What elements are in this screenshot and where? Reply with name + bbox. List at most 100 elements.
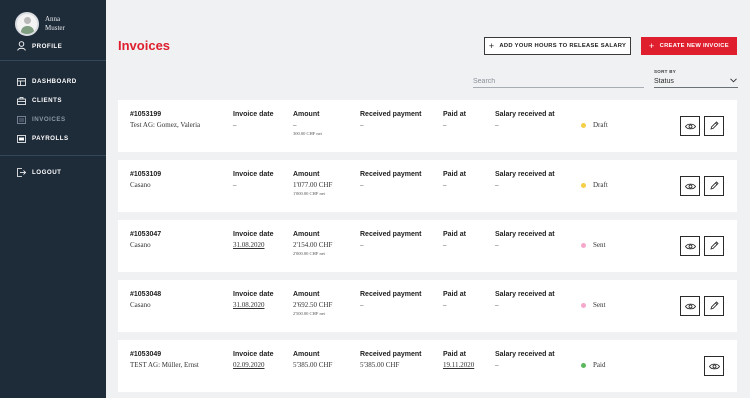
invoice-card[interactable]: #1053047 Casano Invoice date 31.08.2020 … xyxy=(118,220,737,272)
pencil-icon xyxy=(709,117,719,135)
sidebar-item-clients[interactable]: CLIENTS xyxy=(0,91,106,110)
received-payment-col: Received payment – xyxy=(360,111,421,129)
add-hours-label: ADD YOUR HOURS TO RELEASE SALARY xyxy=(499,43,627,49)
salary-received-col: Salary received at – xyxy=(495,171,555,189)
sidebar-item-invoices[interactable]: INVOICES xyxy=(0,110,106,129)
received-payment-col: Received payment – xyxy=(360,231,421,249)
paid-at-label: Paid at xyxy=(443,291,466,298)
client-name: Test AG: Gomez, Valeria xyxy=(130,121,201,129)
invoice-card[interactable]: #1053199 Test AG: Gomez, Valeria Invoice… xyxy=(118,100,737,152)
eye-icon xyxy=(684,177,696,195)
status-dot xyxy=(581,182,586,188)
received-payment-value: 5'385.00 CHF xyxy=(360,361,400,369)
user-name: Anna Muster xyxy=(45,14,65,32)
edit-button[interactable] xyxy=(704,116,724,136)
status-badge: Draft xyxy=(581,181,608,189)
invoice-number: #1053049 xyxy=(130,351,162,358)
invoice-card[interactable]: #1053048 Casano Invoice date 31.08.2020 … xyxy=(118,280,737,332)
invoice-date-label: Invoice date xyxy=(233,231,274,238)
salary-received-value: – xyxy=(495,301,499,309)
invoice-card[interactable]: #1053049 TEST AG: Müller, Ernst Invoice … xyxy=(118,340,737,392)
received-payment-value: – xyxy=(360,121,364,129)
view-button[interactable] xyxy=(680,296,700,316)
view-button[interactable] xyxy=(680,176,700,196)
paid-at-value: – xyxy=(443,241,447,249)
sidebar-item-dashboard[interactable]: DASHBOARD xyxy=(0,72,106,91)
view-button[interactable] xyxy=(680,116,700,136)
received-payment-label: Received payment xyxy=(360,171,422,178)
invoice-number: #1053048 xyxy=(130,291,162,298)
amount-value: 5'385.00 CHF xyxy=(293,361,333,369)
received-payment-value: – xyxy=(360,241,364,249)
amount-col: Amount 5'385.00 CHF xyxy=(293,351,332,371)
user-icon xyxy=(16,41,26,51)
invoice-date-label: Invoice date xyxy=(233,291,274,298)
amount-col: Amount 1'077.00 CHF 1'000.00 CHF net xyxy=(293,171,332,196)
sidebar-item-label: PROFILE xyxy=(32,42,63,50)
amount-value: 2'154.00 CHF xyxy=(293,241,333,249)
add-hours-button[interactable]: + ADD YOUR HOURS TO RELEASE SALARY xyxy=(484,37,631,55)
edit-button[interactable] xyxy=(704,176,724,196)
invoice-number: #1053109 xyxy=(130,171,162,178)
eye-icon xyxy=(708,357,720,375)
view-button[interactable] xyxy=(680,236,700,256)
view-button[interactable] xyxy=(704,356,724,376)
briefcase-icon xyxy=(16,96,26,106)
salary-received-col: Salary received at – xyxy=(495,111,555,129)
edit-button[interactable] xyxy=(704,236,724,256)
salary-received-value: – xyxy=(495,181,499,189)
amount-net: 1'000.00 CHF net xyxy=(293,191,325,196)
client-name: Casano xyxy=(130,241,151,249)
eye-icon xyxy=(684,117,696,135)
plus-icon: + xyxy=(488,41,495,51)
amount-label: Amount xyxy=(293,231,320,238)
salary-received-col: Salary received at – xyxy=(495,351,555,369)
invoice-date-value: – xyxy=(233,121,237,129)
edit-button[interactable] xyxy=(704,296,724,316)
eye-icon xyxy=(684,297,696,315)
received-payment-value: – xyxy=(360,301,364,309)
sidebar-item-label: INVOICES xyxy=(32,116,66,123)
status-text: Draft xyxy=(593,181,608,189)
salary-received-col: Salary received at – xyxy=(495,291,555,309)
status-text: Sent xyxy=(593,301,606,309)
invoice-date-col: Invoice date 31.08.2020 xyxy=(233,291,273,309)
invoice-date-label: Invoice date xyxy=(233,111,274,118)
paid-at-value: – xyxy=(443,181,447,189)
sidebar-item-label: PAYROLLS xyxy=(32,135,69,142)
amount-value: 2'692.50 CHF xyxy=(293,301,333,309)
sidebar-item-payrolls[interactable]: PAYROLLS xyxy=(0,129,106,148)
status-dot xyxy=(581,242,586,248)
paid-at-label: Paid at xyxy=(443,351,466,358)
received-payment-label: Received payment xyxy=(360,231,422,238)
plus-icon: + xyxy=(649,41,655,51)
status-text: Draft xyxy=(593,121,608,129)
invoice-date-value: – xyxy=(233,181,237,189)
invoice-card[interactable]: #1053109 Casano Invoice date – Amount 1'… xyxy=(118,160,737,212)
sort-label: SORT BY xyxy=(654,69,677,74)
received-payment-label: Received payment xyxy=(360,111,422,118)
amount-net: 2'500.00 CHF net xyxy=(293,311,325,316)
sort-select[interactable]: Status xyxy=(654,75,738,88)
sidebar-item-profile[interactable]: PROFILE xyxy=(0,36,106,56)
search-input[interactable] xyxy=(473,75,644,88)
avatar xyxy=(15,11,39,36)
received-payment-value: – xyxy=(360,181,364,189)
sidebar-item-label: LOGOUT xyxy=(32,169,62,176)
invoice-number: #1053047 xyxy=(130,231,162,238)
pencil-icon xyxy=(709,237,719,255)
pencil-icon xyxy=(709,177,719,195)
status-text: Sent xyxy=(593,241,606,249)
sidebar-item-label: CLIENTS xyxy=(32,97,62,104)
salary-received-value: – xyxy=(495,121,499,129)
status-dot xyxy=(581,362,586,368)
client-name: Casano xyxy=(130,181,151,189)
sidebar-item-logout[interactable]: LOGOUT xyxy=(0,163,106,182)
user-panel: Anna Muster xyxy=(0,0,106,36)
salary-received-value: – xyxy=(495,241,499,249)
create-invoice-label: CREATE NEW INVOICE xyxy=(659,43,729,49)
create-invoice-button[interactable]: + CREATE NEW INVOICE xyxy=(641,37,737,55)
invoice-date-col: Invoice date 31.08.2020 xyxy=(233,231,273,249)
paid-at-col: Paid at – xyxy=(443,231,466,249)
chevron-down-icon xyxy=(730,77,737,85)
